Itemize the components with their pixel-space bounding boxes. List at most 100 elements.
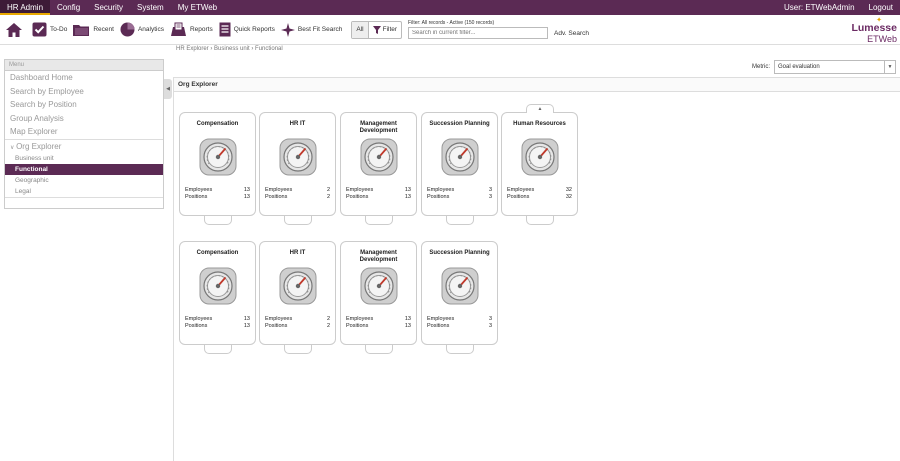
metric-selector: Metric: Goal evaluation ▼ xyxy=(752,60,896,74)
gauge-icon xyxy=(519,137,561,177)
home-icon xyxy=(6,22,22,37)
employees-count: 2 xyxy=(326,187,330,193)
org-unit-card[interactable]: Management Development Employees 13 Posit… xyxy=(340,241,417,354)
menu-system[interactable]: System xyxy=(130,0,171,15)
employees-count: 13 xyxy=(404,316,411,322)
positions-label: Positions xyxy=(346,323,369,329)
org-unit-card[interactable]: Succession Planning Employees 3 Positions… xyxy=(421,112,498,225)
gauge-icon xyxy=(358,266,400,306)
org-unit-card[interactable]: HR IT Employees 2 Positions 2 xyxy=(259,112,336,225)
all-button[interactable]: All xyxy=(352,21,369,38)
logout-link[interactable]: Logout xyxy=(862,0,900,15)
positions-label: Positions xyxy=(427,323,450,329)
gauge-icon xyxy=(439,137,481,177)
gauge-icon xyxy=(358,137,400,177)
funnel-icon xyxy=(372,25,381,34)
sidebar-item-org-explorer[interactable]: ∨ Org Explorer xyxy=(5,140,163,154)
best-fit-search-button[interactable]: Best Fit Search xyxy=(278,17,345,43)
reports-icon xyxy=(170,22,186,36)
recent-button[interactable]: Recent xyxy=(70,17,117,43)
menu-security[interactable]: Security xyxy=(87,0,130,15)
org-unit-card[interactable]: HR IT Employees 2 Positions 2 xyxy=(259,241,336,354)
positions-label: Positions xyxy=(427,194,450,200)
positions-label: Positions xyxy=(265,194,288,200)
sidebar-subitem-geographic[interactable]: Geographic xyxy=(5,175,163,186)
positions-count: 32 xyxy=(565,194,572,200)
org-unit-card[interactable]: Management Development Employees 13 Posit… xyxy=(340,112,417,225)
org-unit-card[interactable]: ▲ Human Resources Employees 32 Positions 3… xyxy=(501,104,578,225)
panel-title: Org Explorer xyxy=(174,78,900,92)
positions-label: Positions xyxy=(346,194,369,200)
gauge-icon xyxy=(277,266,319,306)
employees-count: 13 xyxy=(243,316,250,322)
sidebar-item-search-by-position[interactable]: Search by Position xyxy=(5,98,163,112)
card-stats: Employees 2 Positions 2 xyxy=(265,187,330,201)
employees-count: 13 xyxy=(404,187,411,193)
positions-count: 2 xyxy=(326,194,330,200)
positions-count: 2 xyxy=(326,323,330,329)
expand-down-tab[interactable] xyxy=(446,216,474,225)
card-stats: Employees 3 Positions 3 xyxy=(427,187,492,201)
positions-count: 13 xyxy=(404,194,411,200)
sidebar-subitem-business-unit[interactable]: Business unit xyxy=(5,153,163,164)
best-fit-search-label: Best Fit Search xyxy=(297,26,343,33)
expand-down-tab[interactable] xyxy=(526,216,554,225)
chevron-left-icon: ◀ xyxy=(166,86,170,92)
org-unit-card[interactable]: Succession Planning Employees 3 Positions… xyxy=(421,241,498,354)
analytics-button[interactable]: Analytics xyxy=(117,17,167,43)
org-unit-card[interactable]: Compensation Employees 13 Positions 13 xyxy=(179,112,256,225)
card-stats: Employees 3 Positions 3 xyxy=(427,316,492,330)
sidebar-collapse-handle[interactable]: ◀ xyxy=(164,79,172,99)
employees-label: Employees xyxy=(346,316,374,322)
adv-search-link[interactable]: Adv. Search xyxy=(554,30,589,37)
menu-hr-admin[interactable]: HR Admin xyxy=(0,0,51,15)
positions-count: 3 xyxy=(488,323,492,329)
lumesse-logo: ✦ Lumesse ETWeb xyxy=(851,17,897,44)
pie-chart-icon xyxy=(120,22,135,37)
analytics-label: Analytics xyxy=(137,26,164,33)
sidebar-subitem-functional[interactable]: Functional xyxy=(5,164,163,175)
menu-my-etweb[interactable]: My ETWeb xyxy=(171,0,224,15)
positions-label: Positions xyxy=(185,194,208,200)
search-input[interactable] xyxy=(408,27,549,39)
card-stats: Employees 13 Positions 13 xyxy=(185,316,250,330)
sidebar-item-group-analysis[interactable]: Group Analysis xyxy=(5,112,163,126)
employees-label: Employees xyxy=(346,187,374,193)
sidebar-item-search-by-employee[interactable]: Search by Employee xyxy=(5,85,163,99)
expand-down-tab[interactable] xyxy=(204,345,232,354)
org-explorer-group: ∨ Org Explorer Business unit Functional … xyxy=(5,138,163,198)
expand-down-tab[interactable] xyxy=(284,345,312,354)
expand-down-tab[interactable] xyxy=(284,216,312,225)
menu-config[interactable]: Config xyxy=(50,0,87,15)
positions-label: Positions xyxy=(265,323,288,329)
current-user-label: User: ETWebAdmin xyxy=(783,3,855,12)
expand-down-tab[interactable] xyxy=(204,216,232,225)
todo-button[interactable]: To-Do xyxy=(29,17,70,43)
sidebar-item-map-explorer[interactable]: Map Explorer xyxy=(5,125,163,139)
gauge-icon xyxy=(197,137,239,177)
positions-count: 13 xyxy=(404,323,411,329)
card-stats: Employees 13 Positions 13 xyxy=(346,187,411,201)
expand-down-tab[interactable] xyxy=(446,345,474,354)
filter-button[interactable]: Filter xyxy=(369,22,401,38)
employees-count: 3 xyxy=(488,187,492,193)
toolbar: To-Do Recent Analytics Reports Quick Rep… xyxy=(0,15,900,45)
org-unit-card[interactable]: Compensation Employees 13 Positions 13 xyxy=(179,241,256,354)
expand-down-tab[interactable] xyxy=(365,216,393,225)
expand-up-tab[interactable]: ▲ xyxy=(526,104,554,113)
employees-label: Employees xyxy=(185,316,213,322)
reports-label: Reports xyxy=(189,26,213,33)
positions-label: Positions xyxy=(185,323,208,329)
metric-dropdown[interactable]: Goal evaluation ▼ xyxy=(774,60,896,74)
employees-label: Employees xyxy=(185,187,213,193)
quick-reports-button[interactable]: Quick Reports xyxy=(216,17,278,43)
gauge-icon xyxy=(197,266,239,306)
reports-button[interactable]: Reports xyxy=(167,17,216,43)
home-button[interactable] xyxy=(0,17,29,43)
expand-down-tab[interactable] xyxy=(365,345,393,354)
checkbox-icon xyxy=(32,22,47,37)
sidebar-subitem-legal[interactable]: Legal xyxy=(5,186,163,197)
sidebar-item-dashboard-home[interactable]: Dashboard Home xyxy=(5,71,163,85)
quick-reports-label: Quick Reports xyxy=(233,26,275,33)
star-icon xyxy=(280,22,295,37)
